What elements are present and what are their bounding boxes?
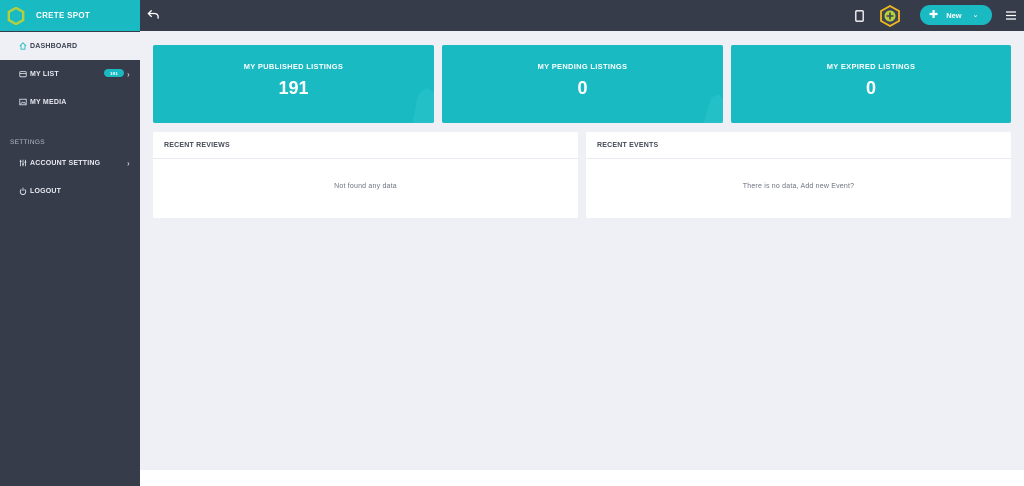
list-count-badge: 191 [104,69,124,77]
sidebar-item-my-media[interactable]: MY MEDIA [0,88,140,116]
footer [140,470,1024,486]
image-icon [18,98,27,107]
user-avatar-icon[interactable] [879,5,901,27]
chevron-right-icon: › [127,158,130,168]
decorative-graphic-icon [703,94,723,123]
sidebar-item-logout[interactable]: LOGOUT [0,177,140,205]
chevron-down-icon[interactable]: ⌄ [973,11,979,19]
sidebar-item-label: ACCOUNT SETTING [30,159,101,167]
stat-card-expired: MY EXPIRED LISTINGS 0 [731,45,1011,123]
sidebar: CRETE SPOT DASHBOARD MY LIST 191 › MY ME… [0,0,140,486]
tablet-icon[interactable] [855,10,864,22]
stat-value: 0 [577,78,588,98]
plus-icon: ✚ [929,8,939,21]
sidebar-item-label: MY LIST [30,70,59,78]
panel-title: RECENT EVENTS [586,132,1011,159]
stat-card-pending: MY PENDING LISTINGS 0 [442,45,723,123]
list-icon [18,70,27,79]
stat-card-published: MY PUBLISHED LISTINGS 191 [153,45,434,123]
recent-reviews-panel: RECENT REVIEWS Not found any data [153,132,578,218]
sidebar-item-label: MY MEDIA [30,98,67,106]
chevron-right-icon: › [127,69,130,79]
top-bar: ✚ New ⌄ [140,0,1024,31]
brand-name: CRETE SPOT [36,11,91,20]
back-arrow-icon[interactable] [147,8,160,20]
new-button-label: New [946,10,962,20]
hamburger-menu-icon[interactable] [1006,11,1016,20]
settings-section-label: SETTINGS [10,139,45,146]
empty-state-link[interactable]: There is no data, Add new Event? [586,183,1011,190]
new-button[interactable]: ✚ New ⌄ [920,5,992,25]
brand-header[interactable]: CRETE SPOT [0,0,140,31]
panel-title: RECENT REVIEWS [153,132,578,159]
sidebar-item-label: DASHBOARD [30,42,78,50]
sidebar-item-my-list[interactable]: MY LIST 191 › [0,60,140,88]
sidebar-item-label: LOGOUT [30,187,62,195]
home-icon [18,42,27,51]
power-icon [18,187,27,196]
sliders-icon [18,159,27,168]
empty-state-text: Not found any data [334,183,397,190]
stat-value: 0 [865,78,876,98]
stat-title: MY PUBLISHED LISTINGS [243,62,344,71]
stat-value: 191 [278,78,309,98]
decorative-graphic-icon [412,88,434,123]
stat-title: MY EXPIRED LISTINGS [826,62,916,71]
recent-events-panel: RECENT EVENTS There is no data, Add new … [586,132,1011,218]
sidebar-item-dashboard[interactable]: DASHBOARD [0,32,140,60]
sidebar-item-account-setting[interactable]: ACCOUNT SETTING › [0,149,140,177]
stat-title: MY PENDING LISTINGS [537,62,628,71]
brand-logo-icon [7,6,25,25]
